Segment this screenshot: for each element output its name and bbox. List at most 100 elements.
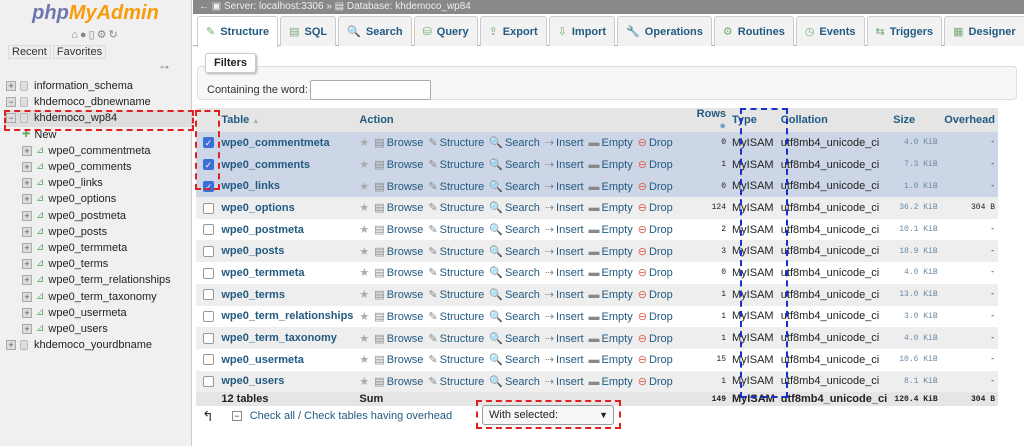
structure-action[interactable]: ✎ Structure — [428, 181, 484, 193]
sidebar-table-item[interactable]: + ⊿ wpe0_users — [6, 321, 191, 337]
table-size[interactable]: 13.0 KiB — [890, 283, 941, 306]
insert-action[interactable]: ⇢ Insert — [545, 267, 584, 279]
table-row[interactable]: wpe0_terms ★ ▤ Browse ✎ Structure 🔍 Search ⇢ Ins… — [196, 283, 998, 306]
browse-action[interactable]: ▤ Browse — [374, 311, 423, 323]
expand-icon[interactable]: + — [22, 226, 32, 237]
table-row[interactable]: wpe0_term_taxonomy ★ ▤ Browse ✎ Structure 🔍 Se… — [196, 327, 998, 349]
sidebar-table-item[interactable]: + ⊿ wpe0_terms — [6, 256, 191, 272]
empty-action[interactable]: ▬ Empty — [589, 376, 633, 388]
drop-action[interactable]: ⊖ Drop — [638, 267, 673, 279]
browse-action[interactable]: ▤ Browse — [374, 137, 423, 149]
table-size[interactable]: 10.6 KiB — [890, 348, 941, 371]
check-overhead-link[interactable]: Check tables having overhead — [304, 410, 452, 422]
browse-action[interactable]: ▤ Browse — [374, 202, 423, 214]
empty-action[interactable]: ▬ Empty — [589, 267, 633, 279]
sidebar-db-item[interactable]: + information_schema — [6, 78, 191, 94]
table-size[interactable]: 4.0 KiB — [890, 132, 941, 154]
table-row[interactable]: wpe0_postmeta ★ ▤ Browse ✎ Structure 🔍 Search ⇢… — [196, 218, 998, 241]
empty-action[interactable]: ▬ Empty — [589, 202, 633, 214]
favorites-button[interactable]: Favorites — [52, 45, 107, 59]
tab-structure[interactable]: ✎ Structure — [197, 16, 279, 47]
table-size[interactable]: 18.9 KiB — [890, 240, 941, 263]
expand-icon[interactable]: + — [22, 145, 32, 156]
table-size[interactable]: 4.0 KiB — [890, 327, 941, 349]
table-row[interactable]: ✓ wpe0_comments ★ ▤ Browse ✎ Structure 🔍 Searc… — [196, 153, 998, 176]
expand-icon[interactable]: + — [22, 242, 32, 253]
search-action[interactable]: 🔍 Search — [489, 311, 540, 323]
drop-action[interactable]: ⊖ Drop — [638, 376, 673, 388]
expand-icon[interactable]: + — [22, 162, 32, 173]
sidebar-table-item[interactable]: + ⊿ wpe0_postmeta — [6, 208, 191, 224]
table-row[interactable]: wpe0_users ★ ▤ Browse ✎ Structure 🔍 Search ⇢ Ins… — [196, 370, 998, 393]
header-table[interactable]: Table ▲ — [218, 108, 357, 132]
tab-export[interactable]: ⇪ Export — [479, 16, 547, 46]
drop-action[interactable]: ⊖ Drop — [638, 202, 673, 214]
tab-events[interactable]: ◷ Events — [795, 16, 865, 46]
structure-action[interactable]: ✎ Structure — [428, 202, 484, 214]
sidebar-db-item[interactable]: + khdemoco_yourdbname — [6, 337, 191, 353]
empty-action[interactable]: ▬ Empty — [589, 224, 633, 236]
tab-sql[interactable]: ▤ SQL — [280, 16, 337, 46]
drop-action[interactable]: ⊖ Drop — [638, 333, 673, 345]
browse-action[interactable]: ▤ Browse — [374, 267, 423, 279]
logout-icon[interactable]: ● — [80, 29, 89, 41]
structure-action[interactable]: ✎ Structure — [428, 246, 484, 258]
insert-action[interactable]: ⇢ Insert — [545, 333, 584, 345]
favorite-star-icon[interactable]: ★ — [359, 376, 369, 388]
search-action[interactable]: 🔍 Search — [489, 137, 540, 149]
expand-icon[interactable]: + — [22, 178, 32, 189]
settings-icon[interactable]: ⚙ — [97, 29, 109, 41]
insert-action[interactable]: ⇢ Insert — [545, 202, 584, 214]
breadcrumb-server[interactable]: Server: localhost:3306 — [224, 1, 324, 12]
header-size[interactable]: Size — [890, 108, 941, 132]
sidebar-db-item[interactable]: − khdemoco_dbnewname — [6, 94, 191, 110]
header-overhead[interactable]: Overhead — [940, 108, 998, 132]
sidebar-table-item[interactable]: + ⊿ wpe0_termmeta — [6, 240, 191, 256]
empty-action[interactable]: ▬ Empty — [589, 333, 633, 345]
table-size[interactable]: 36.2 KiB — [890, 197, 941, 219]
browse-action[interactable]: ▤ Browse — [374, 181, 423, 193]
row-checkbox[interactable] — [203, 202, 214, 214]
structure-action[interactable]: ✎ Structure — [428, 354, 484, 366]
row-checkbox[interactable] — [203, 267, 214, 279]
drop-action[interactable]: ⊖ Drop — [638, 246, 673, 258]
tab-routines[interactable]: ⚙ Routines — [713, 16, 794, 46]
expand-icon[interactable]: + — [22, 210, 32, 221]
search-action[interactable]: 🔍 Search — [489, 159, 540, 171]
row-checkbox[interactable] — [203, 289, 214, 301]
structure-action[interactable]: ✎ Structure — [428, 224, 484, 236]
header-collation[interactable]: Collation — [777, 108, 891, 132]
browse-action[interactable]: ▤ Browse — [374, 376, 423, 388]
expand-icon[interactable]: + — [6, 81, 16, 92]
table-size[interactable]: 10.1 KiB — [890, 218, 941, 241]
search-action[interactable]: 🔍 Search — [489, 289, 540, 301]
sidebar-table-item[interactable]: + ⊿ wpe0_term_taxonomy — [6, 288, 191, 304]
insert-action[interactable]: ⇢ Insert — [545, 289, 584, 301]
favorite-star-icon[interactable]: ★ — [359, 333, 369, 345]
drop-action[interactable]: ⊖ Drop — [638, 311, 673, 323]
structure-action[interactable]: ✎ Structure — [428, 289, 484, 301]
sidebar-table-item[interactable]: + ⊿ wpe0_options — [6, 191, 191, 207]
empty-action[interactable]: ▬ Empty — [589, 246, 633, 258]
docs-icon[interactable]: ▯ — [89, 29, 97, 41]
expand-icon[interactable]: + — [22, 307, 32, 318]
table-name-link[interactable]: wpe0_comments — [218, 153, 357, 176]
chain-link-icon[interactable]: ⊶ — [160, 62, 169, 73]
row-checkbox[interactable] — [203, 310, 214, 322]
insert-action[interactable]: ⇢ Insert — [545, 376, 584, 388]
insert-action[interactable]: ⇢ Insert — [545, 137, 584, 149]
search-action[interactable]: 🔍 Search — [489, 333, 540, 345]
structure-action[interactable]: ✎ Structure — [428, 267, 484, 279]
table-name-link[interactable]: wpe0_posts — [218, 240, 357, 263]
header-rows[interactable]: Rows ● — [687, 108, 730, 132]
tab-designer[interactable]: ▦ Designer — [944, 16, 1024, 46]
drop-action[interactable]: ⊖ Drop — [638, 354, 673, 366]
search-action[interactable]: 🔍 Search — [489, 202, 540, 214]
expand-icon[interactable]: − — [6, 97, 16, 108]
table-name-link[interactable]: wpe0_users — [218, 370, 357, 393]
structure-action[interactable]: ✎ Structure — [428, 333, 484, 345]
empty-action[interactable]: ▬ Empty — [589, 289, 633, 301]
table-row[interactable]: wpe0_options ★ ▤ Browse ✎ Structure 🔍 Search ⇢ I… — [196, 197, 998, 219]
table-name-link[interactable]: wpe0_options — [218, 197, 357, 219]
row-checkbox[interactable] — [203, 354, 214, 366]
